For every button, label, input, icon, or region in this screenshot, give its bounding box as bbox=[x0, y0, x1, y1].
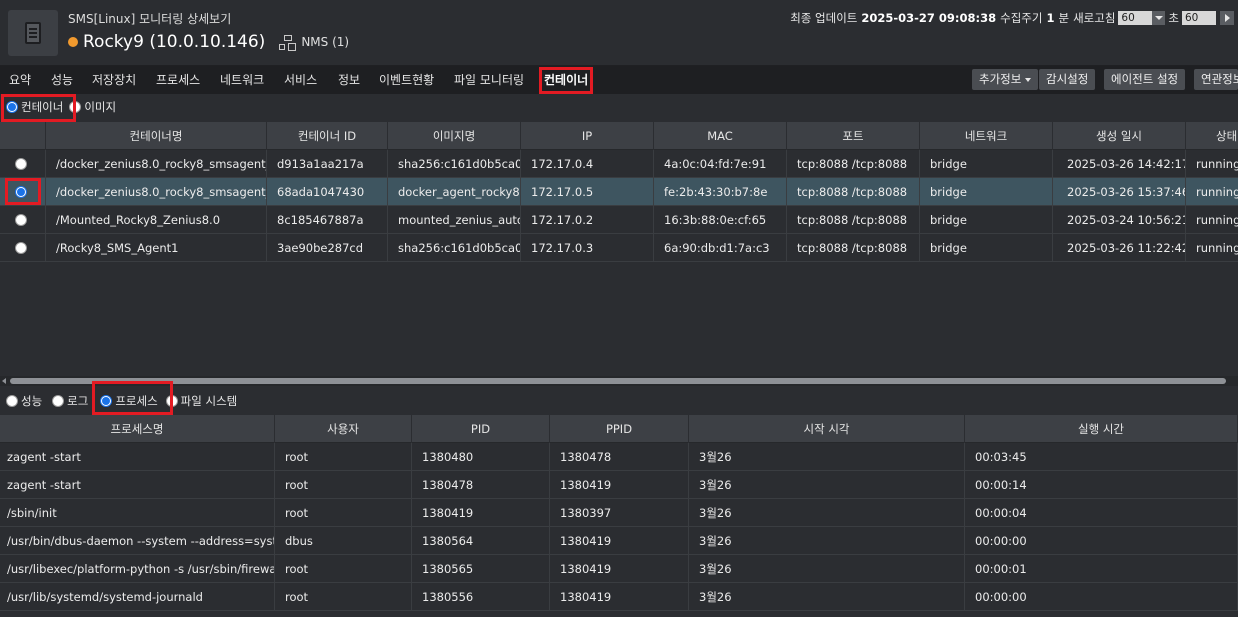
extra-info-button[interactable]: 추가정보 bbox=[972, 69, 1039, 90]
agent-settings-button[interactable]: 에이전트 설정 bbox=[1104, 69, 1186, 90]
col-status[interactable]: 상태 bbox=[1186, 122, 1238, 150]
radio-empty-icon bbox=[6, 395, 18, 407]
radio-process[interactable]: 프로세스 bbox=[100, 393, 158, 409]
collect-label: 수집주기 bbox=[1000, 11, 1043, 25]
container-table: 컨테이너명 컨테이너 ID 이미지명 IP MAC 포트 네트워크 생성 일시 … bbox=[0, 122, 1238, 376]
table-row[interactable]: zagent -start root 1380480 1380478 3월26 … bbox=[0, 443, 1238, 471]
tab-info[interactable]: 정보 bbox=[338, 66, 360, 94]
tab-file-monitoring[interactable]: 파일 모니터링 bbox=[454, 66, 524, 94]
nms-label: NMS (1) bbox=[301, 35, 350, 49]
tab-container[interactable]: 컨테이너 bbox=[539, 66, 594, 94]
col-mac[interactable]: MAC bbox=[654, 122, 787, 150]
radio-empty-icon bbox=[15, 214, 27, 226]
table-row-selected[interactable]: /docker_zenius8.0_rocky8_smsagent_02 68a… bbox=[0, 178, 1238, 206]
radio-filesystem[interactable]: 파일 시스템 bbox=[165, 393, 237, 409]
tab-bar: 요약 성능 저장장치 프로세스 네트워크 서비스 정보 이벤트현황 파일 모니터… bbox=[0, 66, 1238, 94]
table-header: 프로세스명 사용자 PID PPID 시작 시각 실행 시간 bbox=[0, 415, 1238, 443]
tab-storage[interactable]: 저장장치 bbox=[92, 66, 136, 94]
radio-empty-icon bbox=[15, 242, 27, 254]
collect-value: 1 bbox=[1046, 11, 1055, 25]
tab-process[interactable]: 프로세스 bbox=[156, 66, 200, 94]
network-topology-icon bbox=[279, 35, 295, 50]
table-row[interactable]: /usr/libexec/platform-python -s /usr/sbi… bbox=[0, 555, 1238, 583]
radio-log[interactable]: 로그 bbox=[52, 393, 88, 409]
container-view-options: 컨테이너 이미지 bbox=[6, 97, 120, 117]
last-update-value: 2025-03-27 09:08:38 bbox=[861, 11, 997, 25]
scrollbar-thumb[interactable] bbox=[10, 378, 1226, 384]
col-start-time[interactable]: 시작 시각 bbox=[689, 415, 965, 443]
detail-view-options: 성능 로그 프로세스 파일 시스템 bbox=[6, 391, 241, 411]
col-container-id[interactable]: 컨테이너 ID bbox=[267, 122, 388, 150]
process-table: 프로세스명 사용자 PID PPID 시작 시각 실행 시간 zagent -s… bbox=[0, 415, 1238, 617]
horizontal-scrollbar[interactable] bbox=[0, 376, 1238, 386]
tab-performance[interactable]: 성능 bbox=[51, 66, 73, 94]
table-row[interactable]: zagent -start root 1380478 1380419 3월26 … bbox=[0, 471, 1238, 499]
host-name: Rocky9 (10.0.10.146) bbox=[83, 32, 266, 52]
tab-events[interactable]: 이벤트현황 bbox=[379, 66, 434, 94]
server-icon bbox=[8, 10, 58, 56]
col-image-name[interactable]: 이미지명 bbox=[388, 122, 521, 150]
col-network[interactable]: 네트워크 bbox=[920, 122, 1053, 150]
page-header: SMS[Linux] 모니터링 상세보기 Rocky9 (10.0.10.146… bbox=[0, 0, 1238, 66]
col-user[interactable]: 사용자 bbox=[275, 415, 412, 443]
status-dot-icon bbox=[68, 37, 78, 47]
radio-selected-icon bbox=[100, 395, 113, 407]
refresh-select[interactable]: 60 bbox=[1118, 11, 1166, 25]
radio-empty-icon bbox=[52, 395, 65, 407]
collect-unit: 분 bbox=[1058, 11, 1070, 25]
host-title: Rocky9 (10.0.10.146) NMS (1) bbox=[68, 32, 349, 52]
radio-selected-icon bbox=[15, 186, 27, 198]
row-radio[interactable] bbox=[0, 178, 46, 206]
radio-container[interactable]: 컨테이너 bbox=[6, 99, 63, 115]
radio-performance[interactable]: 성능 bbox=[6, 393, 42, 409]
update-info: 최종 업데이트 2025-03-27 09:08:38 수집주기 1 분 새로고… bbox=[790, 10, 1234, 26]
row-radio[interactable] bbox=[0, 234, 46, 262]
table-header: 컨테이너명 컨테이너 ID 이미지명 IP MAC 포트 네트워크 생성 일시 … bbox=[0, 122, 1238, 150]
table-row[interactable]: /sbin/init root 1380419 1380397 3월26 00:… bbox=[0, 499, 1238, 527]
related-info-button[interactable]: 연관정보 bbox=[1194, 69, 1238, 90]
radio-empty-icon bbox=[15, 158, 27, 170]
col-pid[interactable]: PID bbox=[412, 415, 550, 443]
radio-empty-icon bbox=[69, 101, 82, 113]
tab-network[interactable]: 네트워크 bbox=[220, 66, 264, 94]
table-row[interactable]: /Mounted_Rocky8_Zenius8.0 8c185467887a m… bbox=[0, 206, 1238, 234]
radio-image[interactable]: 이미지 bbox=[69, 99, 116, 115]
col-created[interactable]: 생성 일시 bbox=[1053, 122, 1186, 150]
col-run-time[interactable]: 실행 시간 bbox=[965, 415, 1238, 443]
refresh-unit: 초 bbox=[1168, 11, 1179, 25]
scroll-left-icon[interactable] bbox=[2, 378, 6, 384]
refresh-label: 새로고침 bbox=[1073, 11, 1116, 25]
tab-service[interactable]: 서비스 bbox=[284, 66, 317, 94]
tab-summary[interactable]: 요약 bbox=[9, 66, 31, 94]
col-ip[interactable]: IP bbox=[521, 122, 654, 150]
col-port[interactable]: 포트 bbox=[787, 122, 920, 150]
radio-selected-icon bbox=[6, 101, 18, 113]
nms-link[interactable]: NMS (1) bbox=[279, 35, 350, 50]
page-subtitle: SMS[Linux] 모니터링 상세보기 bbox=[68, 12, 232, 26]
col-container-name[interactable]: 컨테이너명 bbox=[46, 122, 267, 150]
radio-empty-icon bbox=[165, 395, 178, 407]
highlight-frame bbox=[539, 67, 594, 94]
col-process-name[interactable]: 프로세스명 bbox=[0, 415, 275, 443]
chevron-down-icon bbox=[1152, 11, 1166, 25]
table-row[interactable]: /usr/bin/dbus-daemon --system --address=… bbox=[0, 527, 1238, 555]
row-radio[interactable] bbox=[0, 206, 46, 234]
table-row[interactable]: /docker_zenius8.0_rocky8_smsagent_01 d91… bbox=[0, 150, 1238, 178]
play-icon[interactable] bbox=[1220, 11, 1234, 25]
table-row[interactable]: /usr/lib/systemd/systemd-journald root 1… bbox=[0, 583, 1238, 611]
monitor-settings-button[interactable]: 감시설정 bbox=[1039, 69, 1096, 90]
table-row[interactable]: /Rocky8_SMS_Agent1 3ae90be287cd sha256:c… bbox=[0, 234, 1238, 262]
row-radio[interactable] bbox=[0, 150, 46, 178]
caret-down-icon bbox=[1025, 77, 1032, 82]
col-ppid[interactable]: PPID bbox=[550, 415, 689, 443]
refresh-input[interactable]: 60 bbox=[1182, 11, 1216, 25]
last-update-label: 최종 업데이트 bbox=[790, 11, 858, 25]
